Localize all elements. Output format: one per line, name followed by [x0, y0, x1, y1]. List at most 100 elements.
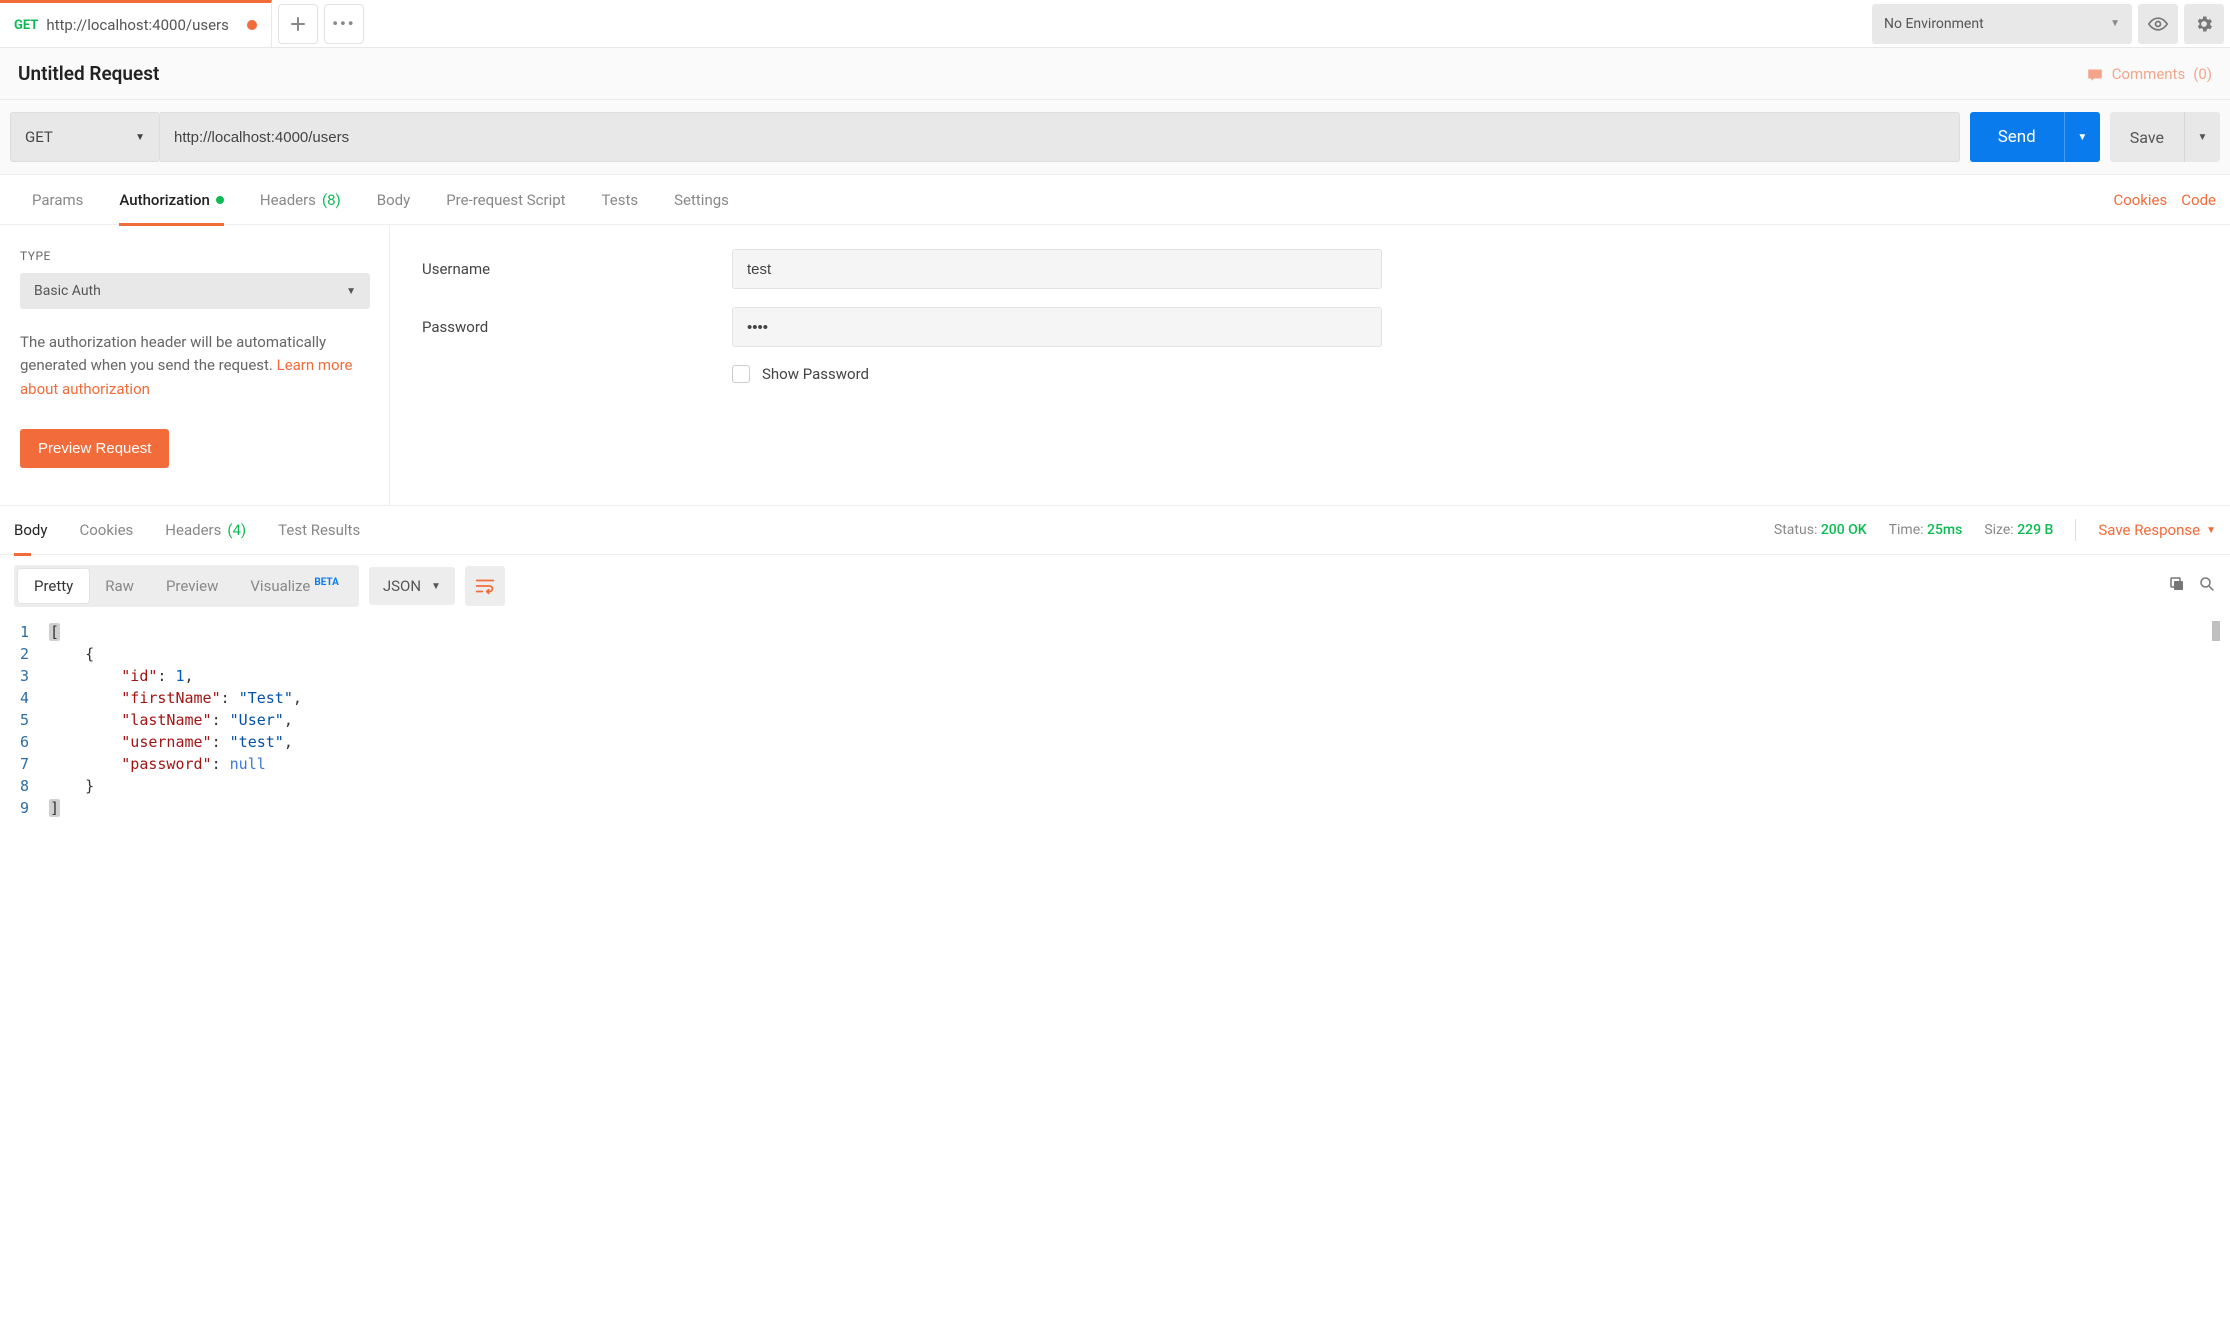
password-label: Password [422, 318, 732, 336]
format-selector[interactable]: JSON ▼ [369, 567, 455, 605]
caret-down-icon: ▼ [2206, 525, 2216, 536]
request-tab[interactable]: GET http://localhost:4000/users [0, 0, 272, 48]
save-response-button[interactable]: Save Response ▼ [2098, 521, 2216, 539]
caret-down-icon: ▼ [2198, 132, 2208, 143]
ellipsis-icon: ••• [332, 14, 355, 33]
tab-params[interactable]: Params [14, 175, 101, 225]
copy-icon [2168, 575, 2186, 593]
save-label: Save [2110, 112, 2184, 162]
auth-help-text: The authorization header will be automat… [20, 331, 365, 401]
line-gutter: 1 2 3 4 5 6 7 8 9 [10, 621, 49, 819]
caret-down-icon: ▼ [2077, 132, 2087, 143]
environment-quicklook-button[interactable] [2138, 4, 2178, 44]
caret-down-icon: ▼ [431, 581, 441, 592]
search-icon [2198, 575, 2216, 593]
wrap-icon [474, 575, 496, 597]
top-bar: GET http://localhost:4000/users ••• No E… [0, 0, 2230, 48]
format-label: JSON [383, 577, 421, 595]
cookies-link[interactable]: Cookies [2113, 191, 2167, 209]
password-field: Password [422, 307, 2198, 347]
username-label: Username [422, 260, 732, 278]
request-tabs: Params Authorization Headers (8) Body Pr… [0, 175, 2230, 225]
view-mode-pretty[interactable]: Pretty [18, 569, 89, 603]
response-meta: Status: 200 OK Time: 25ms Size: 229 B Sa… [1774, 519, 2216, 541]
tab-url: http://localhost:4000/users [46, 16, 229, 34]
tab-tests[interactable]: Tests [584, 175, 657, 225]
comments-button[interactable]: Comments (0) [2086, 65, 2212, 83]
gear-icon [2194, 14, 2214, 34]
caret-down-icon: ▼ [346, 286, 356, 297]
tab-menu-button[interactable]: ••• [324, 4, 364, 44]
status-dot-icon [216, 196, 224, 204]
beta-badge: BETA [314, 577, 339, 588]
show-password-checkbox[interactable] [732, 365, 750, 383]
environment-selector[interactable]: No Environment ▼ [1872, 4, 2132, 44]
status-label: Status: 200 OK [1774, 522, 1867, 538]
method-label: GET [25, 128, 53, 146]
size-label: Size: 229 B [1984, 522, 2053, 538]
search-button[interactable] [2198, 575, 2216, 597]
time-label: Time: 25ms [1889, 522, 1963, 538]
password-input[interactable] [732, 307, 1382, 347]
request-tabs-right: Cookies Code [2113, 191, 2216, 209]
view-mode-preview[interactable]: Preview [150, 569, 234, 603]
response-header: Body Cookies Headers (4) Test Results St… [0, 505, 2230, 555]
tabs-area: GET http://localhost:4000/users ••• [0, 0, 1872, 47]
auth-left: TYPE Basic Auth ▼ The authorization head… [0, 225, 390, 505]
eye-icon [2148, 14, 2168, 34]
unsaved-dot-icon [247, 20, 257, 30]
tab-headers[interactable]: Headers (8) [242, 175, 359, 225]
time-value: 25ms [1927, 522, 1962, 538]
auth-type-selector[interactable]: Basic Auth ▼ [20, 273, 370, 309]
plus-icon [290, 16, 306, 32]
view-mode-selector: Pretty Raw Preview Visualize BETA [14, 565, 359, 607]
tab-settings[interactable]: Settings [656, 175, 747, 225]
response-tab-body[interactable]: Body [14, 505, 63, 555]
show-password-label: Show Password [762, 365, 869, 383]
save-dropdown[interactable]: ▼ [2184, 112, 2220, 162]
auth-right: Username Password Show Password [390, 225, 2230, 505]
request-title[interactable]: Untitled Request [18, 62, 159, 85]
code-content[interactable]: [ { "id": 1, "firstName": "Test", "lastN… [49, 621, 2220, 819]
url-bar: GET ▼ Send ▼ Save ▼ [0, 100, 2230, 175]
tab-body[interactable]: Body [359, 175, 428, 225]
tab-method: GET [14, 18, 38, 33]
save-button[interactable]: Save ▼ [2110, 112, 2220, 162]
caret-down-icon: ▼ [2110, 18, 2120, 29]
new-tab-button[interactable] [278, 4, 318, 44]
tab-prerequest-script[interactable]: Pre-request Script [428, 175, 583, 225]
copy-button[interactable] [2168, 575, 2186, 597]
response-tab-headers[interactable]: Headers (4) [149, 505, 262, 555]
environment-label: No Environment [1884, 16, 1984, 32]
settings-button[interactable] [2184, 4, 2224, 44]
username-input[interactable] [732, 249, 1382, 289]
response-tab-test-results[interactable]: Test Results [262, 505, 376, 555]
divider [2075, 519, 2076, 541]
caret-down-icon: ▼ [135, 132, 145, 143]
send-label: Send [1970, 112, 2064, 162]
code-link[interactable]: Code [2181, 191, 2216, 209]
method-selector[interactable]: GET ▼ [10, 112, 160, 162]
comments-label: Comments [2112, 65, 2186, 83]
send-dropdown[interactable]: ▼ [2064, 112, 2100, 162]
preview-request-button[interactable]: Preview Request [20, 429, 169, 468]
environment-area: No Environment ▼ [1872, 0, 2230, 47]
size-value: 229 B [2017, 522, 2053, 538]
username-field: Username [422, 249, 2198, 289]
tab-authorization[interactable]: Authorization [101, 175, 241, 225]
view-mode-raw[interactable]: Raw [89, 569, 150, 603]
wrap-toggle-button[interactable] [465, 566, 505, 606]
response-tab-cookies[interactable]: Cookies [63, 505, 149, 555]
view-mode-visualize[interactable]: Visualize BETA [234, 569, 354, 603]
comments-count: (0) [2193, 65, 2212, 83]
response-body: 1 2 3 4 5 6 7 8 9 [ { "id": 1, "firstNam… [0, 617, 2230, 839]
url-input[interactable] [160, 112, 1960, 162]
response-toolbar: Pretty Raw Preview Visualize BETA JSON ▼ [0, 555, 2230, 617]
cursor-indicator [2212, 621, 2220, 641]
auth-type-label: TYPE [20, 249, 369, 263]
auth-type-value: Basic Auth [34, 283, 101, 299]
show-password-row: Show Password [732, 365, 2198, 383]
comment-icon [2086, 65, 2104, 83]
send-button[interactable]: Send ▼ [1970, 112, 2100, 162]
status-value: 200 OK [1821, 522, 1867, 538]
